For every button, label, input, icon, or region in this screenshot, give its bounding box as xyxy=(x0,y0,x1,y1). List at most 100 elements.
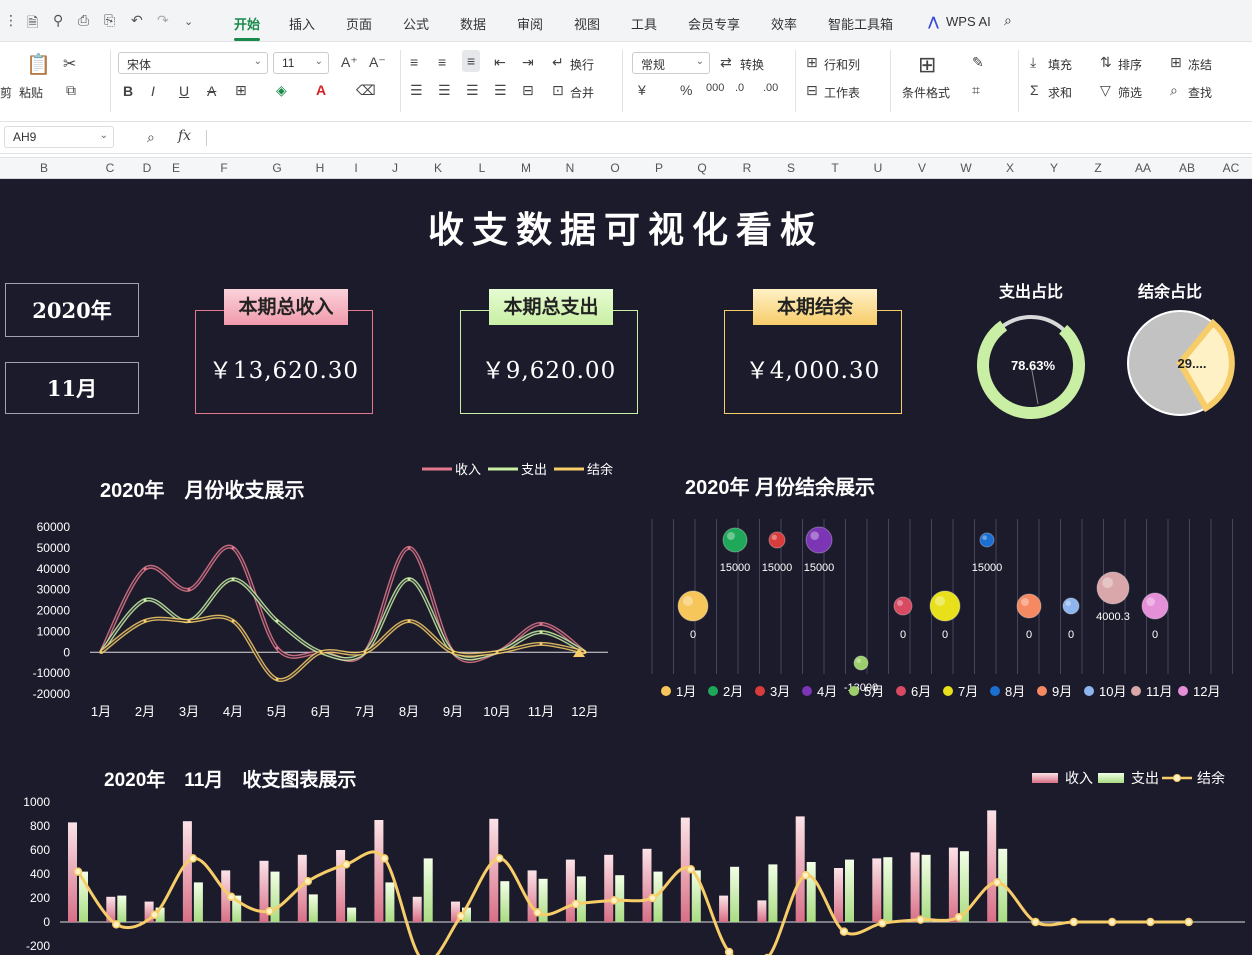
column-header-X[interactable]: X xyxy=(1006,161,1014,175)
column-header-C[interactable]: C xyxy=(106,161,115,175)
align-top-icon[interactable]: ≡ xyxy=(410,54,418,70)
align-center-icon[interactable]: ☰ xyxy=(438,82,451,99)
sort-icon[interactable]: ⇅ xyxy=(1100,54,1112,71)
filter-icon[interactable]: ▽ xyxy=(1100,82,1111,99)
underline-button[interactable]: U xyxy=(179,83,189,99)
tab-data[interactable]: 数据 xyxy=(460,14,486,33)
decrease-decimal-icon[interactable]: .00 xyxy=(763,82,778,94)
column-header-O[interactable]: O xyxy=(610,161,619,175)
formula-input[interactable] xyxy=(210,126,1246,150)
column-header-AB[interactable]: AB xyxy=(1179,161,1195,175)
find-icon[interactable]: ⌕ xyxy=(1170,82,1178,99)
increase-decimal-icon[interactable]: .0 xyxy=(735,82,744,94)
italic-button[interactable]: I xyxy=(151,83,155,99)
tab-member[interactable]: 会员专享 xyxy=(688,14,740,33)
column-header-H[interactable]: H xyxy=(316,161,325,175)
column-header-AC[interactable]: AC xyxy=(1223,161,1240,175)
tab-tools[interactable]: 工具 xyxy=(631,14,657,33)
column-header-N[interactable]: N xyxy=(566,161,575,175)
freeze-icon[interactable]: ⊞ xyxy=(1170,54,1182,71)
convert-button[interactable]: 转换 xyxy=(740,56,764,73)
column-header-G[interactable]: G xyxy=(272,161,281,175)
sort-button[interactable]: 排序 xyxy=(1118,56,1142,73)
format-painter-icon[interactable]: ⚲ xyxy=(53,12,63,29)
wrap-button[interactable]: 换行 xyxy=(570,56,594,73)
menu-edge-icon[interactable]: ⋮ xyxy=(4,12,18,29)
column-header-Z[interactable]: Z xyxy=(1094,161,1101,175)
column-header-P[interactable]: P xyxy=(655,161,663,175)
currency-icon[interactable]: ¥ xyxy=(638,82,646,98)
tab-wps-ai[interactable]: WPS AI xyxy=(946,14,991,29)
indent-increase-icon[interactable]: ⇥ xyxy=(522,54,534,71)
paste-button[interactable]: 粘贴 xyxy=(19,84,43,101)
thousands-icon[interactable]: 000 xyxy=(706,82,724,94)
tab-page[interactable]: 页面 xyxy=(346,14,372,33)
column-header-U[interactable]: U xyxy=(874,161,883,175)
function-icon[interactable]: fx xyxy=(178,128,191,144)
font-size-select[interactable]: 11 ⌄ xyxy=(273,52,329,74)
column-header-I[interactable]: I xyxy=(354,161,357,175)
column-header-AA[interactable]: AA xyxy=(1135,161,1151,175)
column-header-B[interactable]: B xyxy=(40,161,48,175)
zoom-icon[interactable]: ⌕ xyxy=(147,129,155,146)
bold-button[interactable]: B xyxy=(123,83,133,99)
strikethrough-button[interactable]: A xyxy=(207,83,216,99)
align-left-icon[interactable]: ☰ xyxy=(410,82,423,99)
border-icon[interactable]: ⊞ xyxy=(235,82,247,99)
column-header-F[interactable]: F xyxy=(220,161,227,175)
copy-icon[interactable]: ⧉ xyxy=(66,82,76,99)
align-bottom-icon[interactable]: ≡ xyxy=(462,50,481,72)
fill-button[interactable]: 填充 xyxy=(1048,56,1072,73)
column-header-T[interactable]: T xyxy=(831,161,838,175)
font-family-select[interactable]: 宋体 ⌄ xyxy=(118,52,268,74)
name-box[interactable]: AH9 ⌄ xyxy=(4,126,114,148)
row-col-button[interactable]: 行和列 xyxy=(824,56,860,73)
tab-formula[interactable]: 公式 xyxy=(403,14,429,33)
cell-style-icon[interactable]: ✎ xyxy=(972,54,984,71)
print-icon[interactable]: ⎙ xyxy=(78,12,89,29)
column-header-M[interactable]: M xyxy=(521,161,531,175)
tab-home[interactable]: 开始 xyxy=(234,14,261,41)
percent-icon[interactable]: % xyxy=(680,82,692,98)
find-button[interactable]: 查找 xyxy=(1188,84,1212,101)
sum-icon[interactable]: Σ xyxy=(1030,82,1039,98)
column-header-W[interactable]: W xyxy=(960,161,971,175)
tab-smart-toolbox[interactable]: 智能工具箱 xyxy=(828,14,893,33)
more-chevron-icon[interactable]: ⌄ xyxy=(184,15,193,28)
number-format-select[interactable]: 常规 ⌄ xyxy=(632,52,710,74)
wps-ai-icon[interactable]: ⋀ xyxy=(928,14,939,30)
column-header-Y[interactable]: Y xyxy=(1050,161,1058,175)
sheet-button[interactable]: 工作表 xyxy=(824,84,860,101)
column-header-V[interactable]: V xyxy=(918,161,926,175)
paste-icon[interactable]: 📋 xyxy=(26,52,51,77)
crop-icon[interactable]: ⌗ xyxy=(972,82,980,99)
wrap-icon[interactable]: ↵ xyxy=(552,54,564,71)
column-header-L[interactable]: L xyxy=(479,161,486,175)
align-middle-icon[interactable]: ≡ xyxy=(438,54,446,70)
font-color-icon[interactable]: A xyxy=(316,82,326,98)
sum-button[interactable]: 求和 xyxy=(1048,84,1072,101)
scissors-icon[interactable]: ✂ xyxy=(63,54,76,74)
fill-icon[interactable]: ⤓ xyxy=(1030,54,1036,71)
undo-icon[interactable]: ↶ xyxy=(131,12,143,29)
tab-insert[interactable]: 插入 xyxy=(289,14,315,33)
sheet-icon[interactable]: ⊟ xyxy=(806,82,818,99)
align-right-icon[interactable]: ☰ xyxy=(466,82,479,99)
font-shrink-icon[interactable]: A⁻ xyxy=(369,54,386,71)
column-header-J[interactable]: J xyxy=(392,161,398,175)
font-grow-icon[interactable]: A⁺ xyxy=(341,54,358,71)
column-header-Q[interactable]: Q xyxy=(697,161,706,175)
print-preview-icon[interactable]: ⎘ xyxy=(104,12,115,29)
conditional-format-icon[interactable]: ⊞ xyxy=(918,52,936,78)
fill-color-icon[interactable]: ◈ xyxy=(276,82,287,99)
indent-decrease-icon[interactable]: ⇤ xyxy=(494,54,506,71)
convert-icon[interactable]: ⇄ xyxy=(720,54,732,71)
merge-icon[interactable]: ⊡ xyxy=(552,82,564,99)
search-icon[interactable]: ⌕ xyxy=(1004,12,1012,29)
redo-icon[interactable]: ↷ xyxy=(157,12,169,29)
column-header-E[interactable]: E xyxy=(172,161,180,175)
column-header-K[interactable]: K xyxy=(434,161,442,175)
tab-view[interactable]: 视图 xyxy=(574,14,600,33)
column-header-D[interactable]: D xyxy=(143,161,152,175)
column-header-S[interactable]: S xyxy=(787,161,795,175)
